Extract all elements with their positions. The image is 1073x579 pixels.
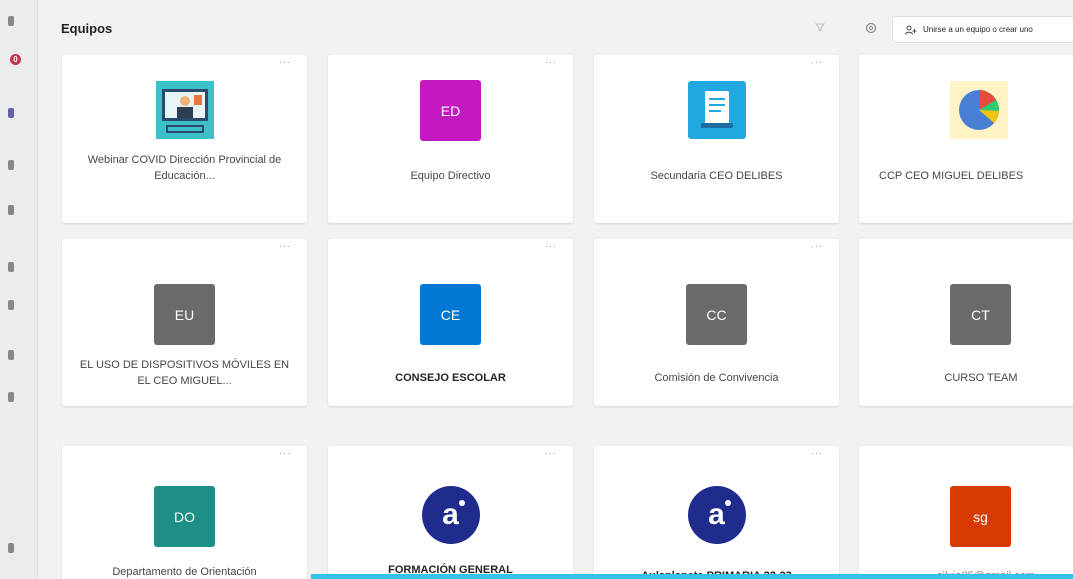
team-card[interactable]: ··· CC Comisión de Convivencia: [594, 239, 839, 406]
team-card[interactable]: ··· ED Equipo Directivo: [328, 55, 573, 223]
rail-item[interactable]: [8, 392, 14, 402]
team-avatar: a: [420, 484, 481, 545]
join-label: Unirse a un equipo o crear uno: [923, 25, 1033, 34]
rail-item-teams[interactable]: [8, 108, 14, 118]
pie-chart-image: [949, 80, 1008, 139]
more-options-icon[interactable]: ···: [279, 242, 291, 251]
more-options-icon[interactable]: ···: [545, 449, 557, 458]
rail-item[interactable]: [8, 543, 14, 553]
document-image: [687, 80, 746, 139]
logo-letter: a: [708, 497, 725, 531]
more-options-icon[interactable]: ···: [545, 242, 557, 251]
team-card[interactable]: ··· Secundaria CEO DELIBES: [594, 55, 839, 223]
team-avatar: sg: [950, 486, 1011, 547]
rail-item[interactable]: [8, 350, 14, 360]
team-card[interactable]: ··· Webinar COVID Dirección Provincial d…: [62, 55, 307, 223]
team-name: Equipo Directivo: [410, 170, 491, 182]
more-options-icon[interactable]: ···: [811, 242, 823, 251]
team-name: Webinar COVID Dirección Provincial de Ed…: [87, 154, 282, 182]
more-options-icon[interactable]: ···: [545, 58, 557, 67]
team-card[interactable]: ··· CE CONSEJO ESCOLAR: [328, 239, 573, 406]
team-card[interactable]: ··· EU EL USO DE DISPOSITIVOS MÓVILES EN…: [62, 239, 307, 406]
team-name: Departamento de Orientación: [112, 566, 257, 578]
more-options-icon[interactable]: ···: [279, 58, 291, 67]
gear-icon[interactable]: [864, 21, 878, 35]
more-options-icon[interactable]: ···: [279, 449, 291, 458]
team-card[interactable]: CT CURSO TEAM: [859, 239, 1073, 406]
team-avatar: [154, 79, 215, 140]
header: Equipos Unirse a un equipo o crear uno: [38, 0, 1073, 52]
team-name: CCP CEO MIGUEL DELIBES: [879, 170, 1024, 182]
team-avatar: ED: [420, 80, 481, 141]
team-name: Secundaria CEO DELIBES: [650, 170, 783, 182]
team-avatar: CC: [686, 284, 747, 345]
team-avatar: DO: [154, 486, 215, 547]
team-name: EL USO DE DISPOSITIVOS MÓVILES EN EL CEO…: [79, 359, 290, 387]
people-add-icon: [905, 25, 917, 35]
team-avatar: [948, 79, 1009, 140]
more-options-icon[interactable]: ···: [811, 449, 823, 458]
team-avatar: [686, 79, 747, 140]
join-or-create-team-button[interactable]: Unirse a un equipo o crear uno: [892, 16, 1073, 43]
webinar-image: [155, 80, 214, 139]
team-avatar: a: [686, 484, 747, 545]
page-title: Equipos: [61, 21, 113, 36]
rail-item[interactable]: [8, 16, 14, 26]
app-rail: 0: [0, 0, 38, 579]
filter-icon[interactable]: [815, 22, 825, 32]
team-card[interactable]: ··· DO Departamento de Orientación: [62, 446, 307, 579]
horizontal-scrollbar[interactable]: [311, 574, 1073, 579]
activity-badge: 0: [10, 54, 21, 65]
team-card[interactable]: sg silvia85@gmail.com: [859, 446, 1073, 579]
team-avatar: EU: [154, 284, 215, 345]
rail-item[interactable]: [8, 160, 14, 170]
logo-letter: a: [442, 497, 459, 531]
rail-item[interactable]: [8, 300, 14, 310]
team-avatar: CT: [950, 284, 1011, 345]
team-card[interactable]: ··· a FORMACIÓN GENERAL: [328, 446, 573, 579]
rail-item[interactable]: [8, 205, 14, 215]
rail-item[interactable]: [8, 262, 14, 272]
team-name: Comisión de Convivencia: [654, 372, 779, 384]
team-name: CONSEJO ESCOLAR: [395, 372, 506, 384]
team-avatar: CE: [420, 284, 481, 345]
team-card[interactable]: CCP CEO MIGUEL DELIBES: [859, 55, 1073, 223]
aulaplaneta-logo: a: [687, 485, 746, 544]
more-options-icon[interactable]: ···: [811, 58, 823, 67]
aulaplaneta-logo: a: [421, 485, 480, 544]
team-card[interactable]: ··· a Aulaplaneta PRIMARIA 22-23: [594, 446, 839, 579]
team-name: CURSO TEAM: [944, 372, 1018, 384]
